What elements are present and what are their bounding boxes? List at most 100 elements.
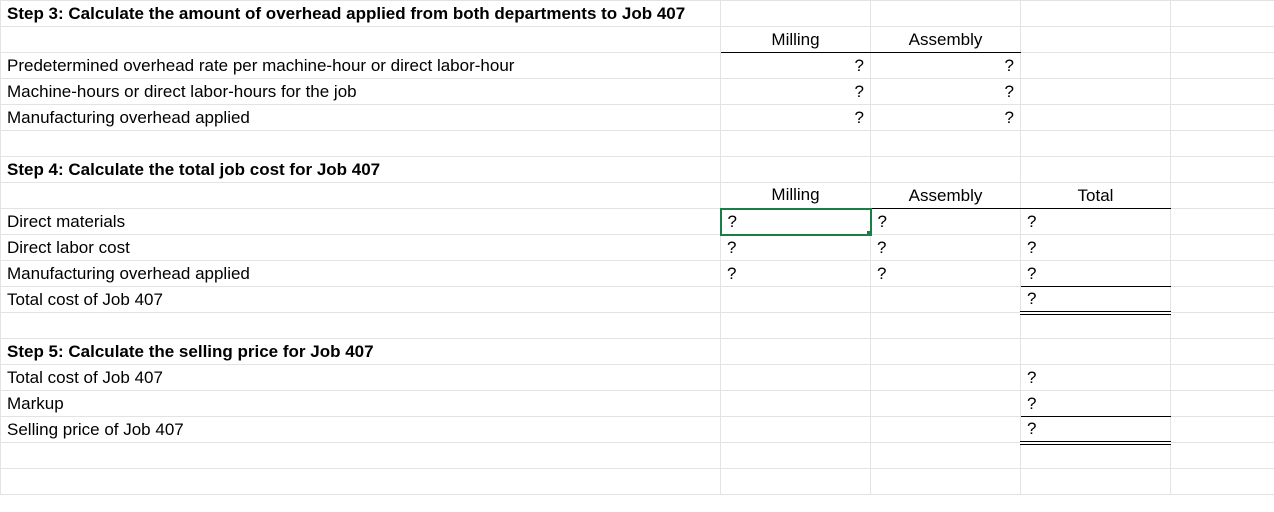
cell[interactable] (721, 313, 871, 339)
cell[interactable] (1171, 339, 1274, 365)
table-row: Total cost of Job 407 ? (1, 287, 1274, 313)
cell[interactable] (1021, 131, 1171, 157)
cell[interactable] (1, 131, 721, 157)
cell-value[interactable]: ? (1021, 235, 1171, 261)
row-label: Direct labor cost (1, 235, 721, 261)
cell-value[interactable]: ? (1021, 209, 1171, 235)
cell[interactable] (871, 1, 1021, 27)
cell[interactable] (1171, 391, 1274, 417)
table-row (1, 313, 1274, 339)
cell[interactable] (1171, 417, 1274, 443)
cell[interactable] (721, 469, 871, 495)
row-label: Markup (1, 391, 721, 417)
spreadsheet-grid[interactable]: Step 3: Calculate the amount of overhead… (0, 0, 1274, 495)
cell[interactable] (871, 131, 1021, 157)
cell[interactable] (1021, 53, 1171, 79)
cell[interactable] (1, 313, 721, 339)
cell[interactable] (721, 443, 871, 469)
step3-header-milling: Milling (721, 27, 871, 53)
cell[interactable] (871, 339, 1021, 365)
cell[interactable] (1021, 1, 1171, 27)
cell[interactable] (1171, 235, 1274, 261)
cell-value[interactable]: ? (721, 105, 871, 131)
cell[interactable] (721, 417, 871, 443)
cell[interactable] (1171, 131, 1274, 157)
cell-value[interactable]: ? (871, 261, 1021, 287)
cell[interactable] (871, 469, 1021, 495)
table-row (1, 131, 1274, 157)
cell[interactable] (1171, 469, 1274, 495)
cell[interactable] (1171, 1, 1274, 27)
cell[interactable] (1171, 443, 1274, 469)
cell[interactable] (721, 157, 871, 183)
cell[interactable] (1021, 339, 1171, 365)
cell[interactable] (1, 183, 721, 209)
cell[interactable] (1171, 209, 1274, 235)
cell-value[interactable]: ? (871, 235, 1021, 261)
cell[interactable] (1171, 365, 1274, 391)
cell[interactable] (721, 1, 871, 27)
cell[interactable] (1021, 313, 1171, 339)
step3-header-assembly: Assembly (871, 27, 1021, 53)
cell[interactable] (1171, 313, 1274, 339)
cell-value[interactable]: ? (1021, 365, 1171, 391)
cell[interactable] (1021, 443, 1171, 469)
table-row (1, 469, 1274, 495)
cell-value[interactable]: ? (721, 261, 871, 287)
cell[interactable] (721, 339, 871, 365)
cell[interactable] (1171, 79, 1274, 105)
cell-total[interactable]: ? (1021, 417, 1171, 443)
cell-value[interactable]: ? (721, 235, 871, 261)
cell[interactable] (871, 365, 1021, 391)
cell-value[interactable]: ? (871, 209, 1021, 235)
table-row (1, 443, 1274, 469)
cell[interactable] (1171, 287, 1274, 313)
row-label: Manufacturing overhead applied (1, 105, 721, 131)
cell-value[interactable]: ? (721, 53, 871, 79)
cell-value[interactable]: ? (1021, 261, 1171, 287)
cell[interactable] (1171, 261, 1274, 287)
cell[interactable] (1, 27, 721, 53)
step4-header-total: Total (1021, 183, 1171, 209)
cell[interactable] (871, 417, 1021, 443)
cell-value[interactable]: ? (871, 105, 1021, 131)
cell[interactable] (871, 391, 1021, 417)
cell[interactable] (1171, 105, 1274, 131)
table-row: Milling Assembly Total (1, 183, 1274, 209)
cell[interactable] (1, 469, 721, 495)
row-label: Total cost of Job 407 (1, 287, 721, 313)
cell[interactable] (1, 443, 721, 469)
row-label: Selling price of Job 407 (1, 417, 721, 443)
table-row: Total cost of Job 407 ? (1, 365, 1274, 391)
cell[interactable] (721, 391, 871, 417)
row-label: Predetermined overhead rate per machine-… (1, 53, 721, 79)
cell[interactable] (1021, 105, 1171, 131)
cell-value[interactable]: ? (721, 79, 871, 105)
cell[interactable] (871, 313, 1021, 339)
row-label: Direct materials (1, 209, 721, 235)
cell[interactable] (871, 157, 1021, 183)
cell[interactable] (1171, 157, 1274, 183)
cell-value[interactable]: ? (871, 79, 1021, 105)
cell[interactable] (721, 131, 871, 157)
cell[interactable] (1021, 79, 1171, 105)
cell-total[interactable]: ? (1021, 287, 1171, 313)
cell[interactable] (1021, 469, 1171, 495)
cell[interactable] (871, 287, 1021, 313)
table-row: Manufacturing overhead applied ? ? ? (1, 261, 1274, 287)
row-label: Manufacturing overhead applied (1, 261, 721, 287)
step4-header-assembly: Assembly (871, 183, 1021, 209)
cell-value[interactable]: ? (1021, 391, 1171, 417)
cell[interactable] (1171, 53, 1274, 79)
cell-value[interactable]: ? (871, 53, 1021, 79)
table-row: Selling price of Job 407 ? (1, 417, 1274, 443)
cell[interactable] (1021, 157, 1171, 183)
cell[interactable] (871, 443, 1021, 469)
table-row: Step 3: Calculate the amount of overhead… (1, 1, 1274, 27)
selected-cell[interactable]: ? (721, 209, 871, 235)
cell[interactable] (1171, 183, 1274, 209)
cell[interactable] (1171, 27, 1274, 53)
cell[interactable] (721, 365, 871, 391)
cell[interactable] (721, 287, 871, 313)
cell[interactable] (1021, 27, 1171, 53)
